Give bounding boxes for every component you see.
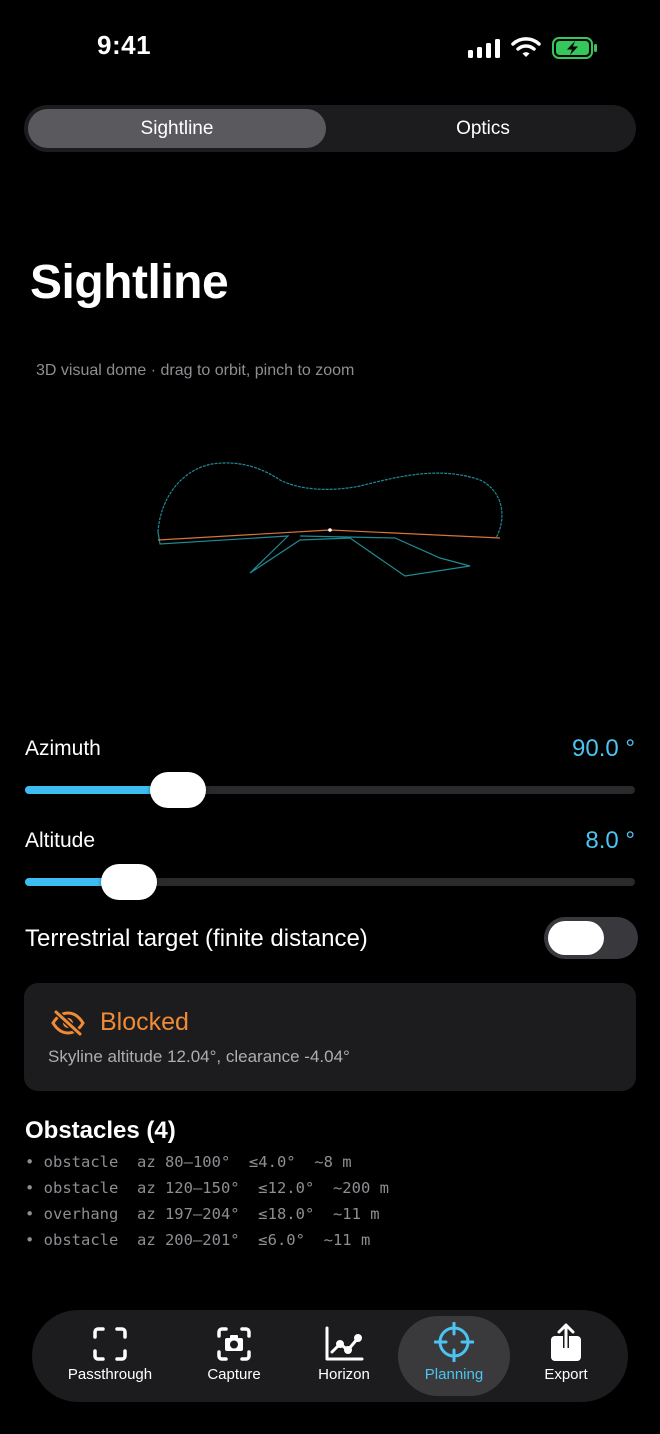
altitude-slider-thumb[interactable] [100,864,157,900]
segment-sightline[interactable]: Sightline [28,109,326,148]
azimuth-label: Azimuth [25,737,101,760]
tab-label: Capture [207,1366,261,1383]
obstacle-item: • obstacle az 200–201° ≤6.0° ~11 m [25,1231,371,1249]
segment-optics[interactable]: Optics [334,109,632,148]
battery-charging-icon [552,37,598,64]
page-title: Sightline [30,256,229,309]
dome-lower-outline [157,531,471,577]
obstacle-item: • obstacle az 120–150° ≤12.0° ~200 m [25,1179,389,1197]
obstacle-item: • overhang az 197–204° ≤18.0° ~11 m [25,1205,380,1223]
tab-label: Horizon [318,1366,370,1383]
tab-export[interactable]: Export [510,1316,622,1396]
line-chart-icon [324,1316,364,1362]
tab-planning[interactable]: Planning [398,1316,510,1396]
observer-point [328,528,332,532]
tab-passthrough[interactable]: Passthrough [54,1316,166,1396]
terrestrial-target-toggle[interactable] [544,917,638,959]
share-icon [549,1316,583,1362]
azimuth-value: 90.0 ° [572,735,635,762]
viewfinder-icon [92,1316,128,1362]
status-title: Blocked [100,1008,189,1036]
camera-icon [216,1316,252,1362]
azimuth-slider[interactable] [25,786,635,794]
obstacle-item: • obstacle az 80–100° ≤4.0° ~8 m [25,1153,352,1171]
eye-slash-icon [50,1009,86,1041]
azimuth-slider-thumb[interactable] [149,772,206,808]
tab-label: Planning [424,1366,484,1383]
obstacles-heading: Obstacles (4) [25,1117,176,1144]
cellular-signal-icon [468,38,500,58]
visual-dome-canvas[interactable] [0,440,660,600]
tab-label: Passthrough [67,1366,153,1383]
tab-label: Export [544,1366,588,1383]
tab-horizon[interactable]: Horizon [288,1316,400,1396]
altitude-label: Altitude [25,829,96,852]
terrestrial-target-label: Terrestrial target (finite distance) [25,925,368,952]
dome-hint: 3D visual dome · drag to orbit, pinch to… [36,362,355,379]
altitude-value: 8.0 ° [585,827,635,854]
crosshair-icon [434,1316,474,1362]
status-time: 9:41 [97,30,152,60]
visibility-status-card [24,983,636,1091]
status-detail: Skyline altitude 12.04°, clearance -4.04… [48,1047,350,1066]
wifi-icon [511,36,541,63]
tab-capture[interactable]: Capture [178,1316,290,1396]
dome-upper-outline [157,462,503,539]
